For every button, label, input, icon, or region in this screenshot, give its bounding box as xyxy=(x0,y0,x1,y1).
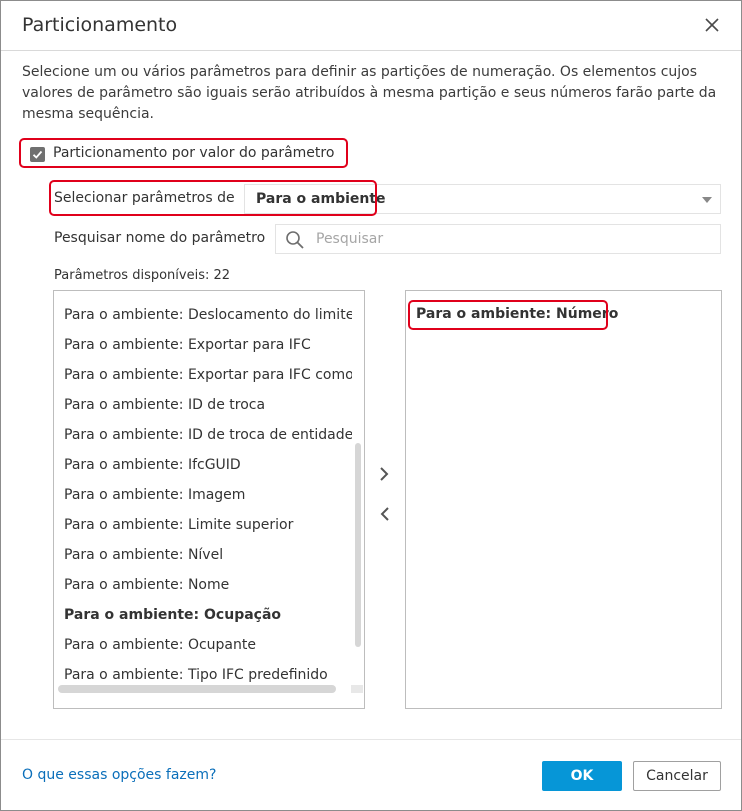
partitioning-dialog: Particionamento Selecione um ou vários p… xyxy=(0,0,742,811)
available-params-count: 22 xyxy=(213,268,231,283)
chevron-down-icon xyxy=(702,197,712,203)
list-item-selected[interactable]: Para o ambiente: Ocupação xyxy=(64,607,352,629)
list-item[interactable]: Para o ambiente: Limite superior xyxy=(64,517,352,539)
search-input[interactable] xyxy=(316,229,706,249)
selected-params-list[interactable]: Para o ambiente: Número xyxy=(405,290,722,709)
search-icon xyxy=(286,231,304,249)
list-item[interactable]: Para o ambiente: Exportar para IFC xyxy=(64,337,352,359)
chevron-left-icon xyxy=(380,507,389,521)
list-item[interactable]: Para o ambiente: Nome xyxy=(64,577,352,599)
list-item[interactable]: Para o ambiente: Nível xyxy=(64,547,352,569)
cancel-button[interactable]: Cancelar xyxy=(633,761,721,791)
available-params-label: Parâmetros disponíveis: 22 xyxy=(54,268,230,283)
list-item[interactable]: Para o ambiente: Imagem xyxy=(64,487,352,509)
chevron-right-icon xyxy=(380,467,389,481)
dialog-description: Selecione um ou vários parâmetros para d… xyxy=(22,64,717,122)
list-item[interactable]: Para o ambiente: Ocupante xyxy=(64,637,352,659)
list-item[interactable]: Para o ambiente: IfcGUID xyxy=(64,457,352,479)
list-item[interactable]: Para o ambiente: ID de troca de entidade xyxy=(64,427,352,449)
dialog-titlebar: Particionamento xyxy=(1,1,741,51)
partition-checkbox[interactable] xyxy=(30,147,45,162)
horizontal-scrollbar[interactable] xyxy=(58,685,336,693)
ok-button[interactable]: OK xyxy=(542,761,622,791)
dialog-title: Particionamento xyxy=(22,14,178,36)
remove-parameter-button[interactable] xyxy=(377,505,393,523)
list-item[interactable]: Para o ambiente: Deslocamento do limite xyxy=(64,307,352,329)
vertical-scrollbar[interactable] xyxy=(355,443,361,647)
partition-checkbox-label[interactable]: Particionamento por valor do parâmetro xyxy=(53,145,334,161)
add-parameter-button[interactable] xyxy=(377,465,393,483)
scrollbar-corner xyxy=(351,685,363,693)
highlight-selected-item xyxy=(408,300,608,330)
list-item[interactable]: Para o ambiente: Exportar para IFC como xyxy=(64,367,352,389)
search-box xyxy=(275,224,721,254)
close-icon[interactable] xyxy=(701,14,723,36)
footer-divider xyxy=(1,739,741,740)
available-params-list[interactable]: Para o ambiente: Deslocamento do limite … xyxy=(53,290,365,709)
checkmark-icon xyxy=(32,150,43,159)
highlight-select-params xyxy=(49,180,377,216)
help-link[interactable]: O que essas opções fazem? xyxy=(22,767,216,783)
available-params-text: Parâmetros disponíveis: xyxy=(54,268,210,283)
search-label: Pesquisar nome do parâmetro xyxy=(54,230,266,246)
list-item[interactable]: Para o ambiente: ID de troca xyxy=(64,397,352,419)
